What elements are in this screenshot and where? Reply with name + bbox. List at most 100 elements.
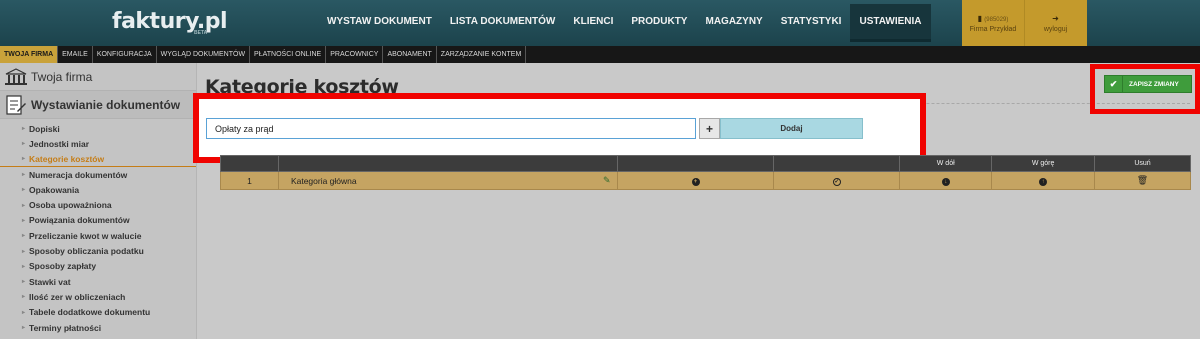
subnav-wyglad-dokumentow[interactable]: WYGLĄD DOKUMENTÓW [157, 46, 251, 63]
col-header-delete: Usuń [1094, 155, 1191, 172]
bullet-icon: ▸ [22, 263, 26, 270]
logout-icon: ➜ [1052, 13, 1059, 23]
logo[interactable]: faktury.pl [112, 9, 228, 34]
category-name-input[interactable] [206, 118, 696, 139]
nav-wystaw-dokument[interactable]: WYSTAW DOKUMENT [318, 0, 441, 42]
col-header-move-down: W dół [899, 155, 993, 172]
col-header-move-up: W górę [991, 155, 1096, 172]
sidebar-item-kategorie-kosztow[interactable]: ▸ Kategorie kosztów [0, 152, 196, 167]
bullet-icon: ▸ [22, 248, 26, 255]
main-nav: WYSTAW DOKUMENT LISTA DOKUMENTÓW KLIENCI… [318, 0, 931, 46]
sidebar-item-label: Powiązania dokumentów [29, 215, 130, 226]
bullet-icon: ▸ [22, 325, 26, 331]
sidebar-section-wystawianie[interactable]: Wystawianie dokumentów [0, 91, 196, 119]
sidebar-item-przeliczanie[interactable]: ▸ Przeliczanie kwot w walucie [0, 228, 196, 243]
subnav-platnosci-online[interactable]: PŁATNOŚCI ONLINE [250, 46, 327, 63]
subnav-zarzadzanie-kontem[interactable]: ZARZĄDZANIE KONTEM [437, 46, 527, 63]
check-circle-icon[interactable]: ✓ [832, 178, 841, 186]
sidebar-item-label: Opakowania [29, 184, 80, 195]
sidebar-item-label: Kategorie kosztów [29, 153, 105, 164]
subnav-emaile[interactable]: EMAILE [58, 46, 93, 63]
move-up-cell: ↑ [991, 171, 1096, 190]
sidebar-item-label: Ilość zer w obliczeniach [29, 291, 126, 302]
plus-icon[interactable]: + [699, 118, 720, 139]
sidebar-list: ▸ Dopiski ▸ Jednostki miar ▸ Kategorie kosz… [0, 119, 196, 335]
bullet-icon: ▸ [22, 172, 26, 179]
nav-magazyny[interactable]: MAGAZYNY [696, 0, 771, 42]
sidebar-item-sposoby-zaplaty[interactable]: ▸ Sposoby zapłaty [0, 259, 196, 274]
delete-cell: 🗑 [1094, 171, 1191, 190]
sidebar-item-label: Osoba upoważniona [29, 200, 112, 211]
sidebar-item-powiazania[interactable]: ▸ Powiązania dokumentów [0, 213, 196, 228]
sidebar-item-label: Przeliczanie kwot w walucie [29, 230, 142, 241]
trash-icon[interactable]: 🗑 [1137, 175, 1148, 185]
logout-label: wyloguj [1043, 25, 1068, 33]
nav-klienci[interactable]: KLIENCI [564, 0, 622, 42]
nav-ustawienia[interactable]: USTAWIENIA [850, 4, 931, 42]
sidebar-item-sposoby-obliczania[interactable]: ▸ Sposoby obliczania podatku [0, 243, 196, 258]
sidebar-item-stawki-vat[interactable]: ▸ Stawki vat [0, 274, 196, 289]
settings-subnav: TWOJA FIRMA EMAILE KONFIGURACJA WYGLĄD D… [0, 46, 1200, 63]
nav-statystyki[interactable]: STATYSTYKI [772, 0, 851, 42]
sidebar-item-opakowania[interactable]: ▸ Opakowania [0, 182, 196, 197]
bullet-icon: ▸ [22, 156, 26, 163]
sidebar-section-label: Wystawianie dokumentów [31, 97, 181, 112]
bank-icon [4, 67, 28, 87]
bullet-icon: ▸ [22, 141, 26, 148]
add-subcategory-cell: + [616, 171, 775, 190]
sidebar-item-osoba-upowazniona[interactable]: ▸ Osoba upoważniona [0, 197, 196, 212]
company-button[interactable]: ▮ (985029) Firma Przykład [962, 0, 1024, 46]
sidebar-item-label: Tabele dodatkowe dokumentu [29, 307, 151, 318]
document-edit-icon [4, 94, 28, 115]
nav-lista-dokumentow[interactable]: LISTA DOKUMENTÓW [441, 0, 565, 42]
sidebar-item-label: Numeracja dokumentów [29, 169, 128, 180]
sidebar-item-tabele-dodatkowe[interactable]: ▸ Tabele dodatkowe dokumentu [0, 305, 196, 320]
sidebar-item-label: Terminy płatności [29, 322, 102, 333]
arrow-down-circle-icon[interactable]: ↓ [941, 178, 950, 186]
default-cell: ✓ [773, 171, 901, 190]
add-category-button[interactable]: Dodaj [720, 118, 863, 139]
sidebar-item-label: Dopiski [29, 123, 60, 134]
bullet-icon: ▸ [22, 279, 26, 286]
sidebar-item-numeracja[interactable]: ▸ Numeracja dokumentów [0, 167, 196, 182]
row-number: 1 [220, 171, 279, 190]
sidebar-item-jednostki-miar[interactable]: ▸ Jednostki miar [0, 136, 196, 151]
subnav-abonament[interactable]: ABONAMENT [383, 46, 437, 63]
sidebar-item-label: Stawki vat [29, 276, 71, 287]
move-down-cell: ↓ [899, 171, 993, 190]
bullet-icon: ▸ [22, 217, 26, 224]
sidebar-section-twoja-firma[interactable]: Twoja firma [0, 63, 196, 91]
top-header: faktury.pl BETA WYSTAW DOKUMENT LISTA DO… [0, 0, 1200, 46]
account-box: ▮ (985029) Firma Przykład ➜ wyloguj [962, 0, 1087, 46]
col-header-default [773, 155, 901, 172]
bullet-icon: ▸ [22, 126, 26, 133]
sidebar: Twoja firma Wystawianie dokumentów ▸ Dopi… [0, 63, 197, 339]
categories-table: W dół W górę Usuń 1 Kategoria główna ✎ +… [220, 155, 1191, 190]
row-name-cell: Kategoria główna ✎ [277, 171, 618, 190]
subnav-pracownicy[interactable]: PRACOWNICY [326, 46, 384, 63]
subnav-twoja-firma[interactable]: TWOJA FIRMA [0, 46, 59, 63]
sidebar-item-dopiski[interactable]: ▸ Dopiski [0, 121, 196, 136]
col-header-add-sub [616, 155, 775, 172]
plus-circle-icon[interactable]: + [691, 178, 700, 186]
sidebar-item-label: Jednostki miar [29, 138, 90, 149]
arrow-up-circle-icon[interactable]: ↑ [1039, 178, 1048, 186]
sidebar-section-label: Twoja firma [31, 69, 93, 84]
bullet-icon: ▸ [22, 187, 26, 194]
category-name: Kategoria główna [290, 175, 357, 186]
bullet-icon: ▸ [22, 233, 26, 240]
table-row: 1 Kategoria główna ✎ + ✓ ↓ ↑ 🗑 [220, 171, 1191, 190]
logout-button[interactable]: ➜ wyloguj [1024, 0, 1086, 46]
sidebar-item-terminy-platnosci[interactable]: ▸ Terminy płatności [0, 320, 196, 335]
edit-pencil-icon[interactable]: ✎ [603, 175, 611, 186]
bullet-icon: ▸ [22, 309, 26, 316]
table-header-row: W dół W górę Usuń [220, 155, 1191, 172]
sidebar-item-ilosc-zer[interactable]: ▸ Ilość zer w obliczeniach [0, 289, 196, 304]
nav-produkty[interactable]: PRODUKTY [622, 0, 696, 42]
save-changes-button[interactable]: ✔ ZAPISZ ZMIANY [1104, 75, 1192, 93]
beta-badge: BETA [194, 30, 208, 36]
subnav-konfiguracja[interactable]: KONFIGURACJA [93, 46, 157, 63]
company-name: Firma Przykład [969, 25, 1017, 33]
col-header-name [277, 155, 618, 172]
sidebar-item-label: Sposoby obliczania podatku [29, 246, 144, 257]
